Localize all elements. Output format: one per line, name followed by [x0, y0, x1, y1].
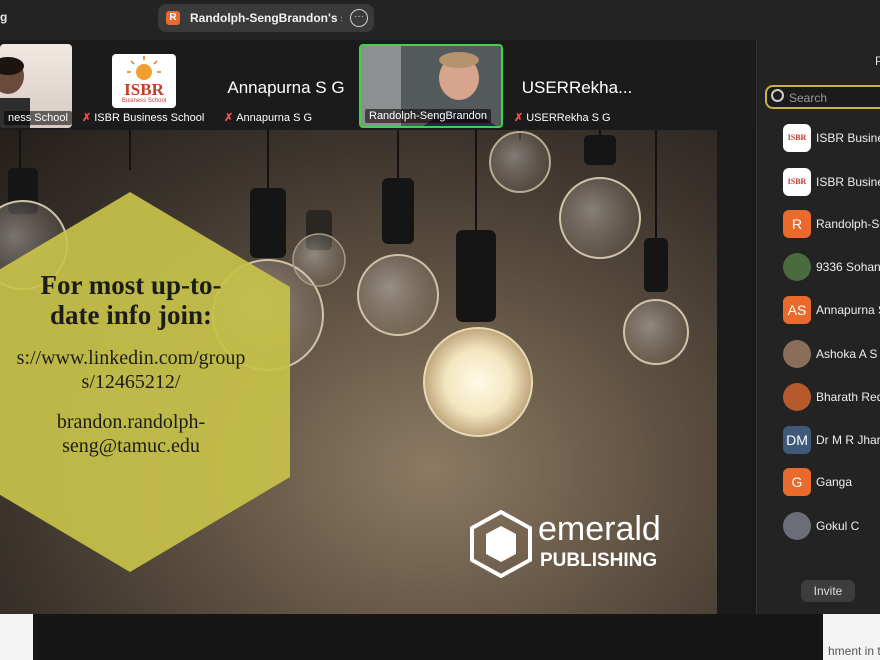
- participant-row[interactable]: Gokul C: [783, 512, 880, 542]
- slide-email-line2: seng@tamuc.edu: [62, 435, 200, 457]
- participant-name: Ashoka A S: [816, 347, 878, 361]
- tile-name-label: Randolph-SengBrandon: [365, 109, 492, 123]
- meeting-top-bar: g R Randolph-SengBrandon's scr ···: [0, 0, 880, 40]
- screen-share-title: Randolph-SengBrandon's scr: [190, 11, 342, 25]
- participant-avatar: ISBR: [783, 124, 811, 152]
- participant-search[interactable]: [765, 85, 880, 109]
- participant-row[interactable]: DM Dr M R Jhar: [783, 426, 880, 456]
- participant-name: 9336 Sohan: [816, 260, 880, 274]
- brand-word: emerald: [538, 510, 661, 548]
- emerald-gem-icon: [470, 510, 532, 578]
- participant-row[interactable]: Bharath Red: [783, 383, 880, 413]
- participant-row[interactable]: AS Annapurna S: [783, 296, 880, 326]
- participant-avatar: AS: [783, 296, 811, 324]
- panel-header-fragment: P: [875, 54, 880, 68]
- participant-name: Ganga: [816, 475, 853, 489]
- participant-name: ISBR Busine: [816, 131, 880, 145]
- participant-row[interactable]: ISBR ISBR Busine: [783, 168, 880, 198]
- slide-text-block: For most up-to- date info join: s://www.…: [0, 270, 266, 458]
- tile-display-name: USERRekha...: [521, 78, 633, 97]
- video-tile-active-speaker[interactable]: Randolph-SengBrandon: [359, 44, 503, 128]
- window-title-fragment: g: [0, 10, 8, 24]
- share-user-icon: R: [166, 11, 180, 25]
- isbr-logo-subtext: Business School: [121, 98, 167, 104]
- bottom-area: hment in t: [0, 614, 880, 660]
- video-tile-3[interactable]: Annapurna S G ✗ Annapurna S G: [216, 44, 356, 128]
- invite-button[interactable]: Invite: [801, 580, 855, 602]
- video-tile-2[interactable]: ISBR Business School ✗ ISBR Business Scho…: [74, 44, 214, 128]
- emerald-publishing-logo: emerald PUBLISHING: [470, 510, 690, 580]
- slide-heading-line1: For most up-to-: [40, 270, 222, 300]
- tile-name-label: ✗ ISBR Business School: [82, 112, 205, 124]
- participant-name: Randolph-Se: [816, 217, 880, 231]
- participant-row[interactable]: Ashoka A S: [783, 340, 880, 370]
- mic-muted-icon: ✗: [82, 112, 92, 124]
- more-options-icon[interactable]: ···: [350, 9, 368, 27]
- participant-name: Annapurna S: [816, 303, 880, 317]
- slide-heading-line2: date info join:: [50, 300, 212, 330]
- participant-avatar: [783, 512, 811, 540]
- video-gallery-strip: ness School ISBR Business School ✗ ISBR B…: [0, 40, 756, 130]
- participant-row[interactable]: 9336 Sohan: [783, 253, 880, 283]
- isbr-logo: ISBR Business School: [112, 54, 176, 108]
- video-tile-5[interactable]: USERRekha... ✗ USERRekha S G: [506, 44, 648, 128]
- slide-email-line1: brandon.randolph-: [56, 411, 206, 433]
- participant-avatar: [783, 383, 811, 411]
- mic-muted-icon: ✗: [224, 112, 234, 124]
- participant-avatar: R: [783, 210, 811, 238]
- participant-name: ISBR Busine: [816, 175, 880, 189]
- participant-avatar: DM: [783, 426, 811, 454]
- brand-sub: PUBLISHING: [540, 550, 658, 571]
- participants-panel: P ISBR ISBR Busine ISBR ISBR Busine R Randolp…: [756, 40, 880, 614]
- participant-row[interactable]: R Randolph-Se: [783, 210, 880, 240]
- mic-muted-icon: ✗: [514, 112, 524, 124]
- participant-avatar: [783, 253, 811, 281]
- participant-avatar: ISBR: [783, 168, 811, 196]
- tile-name-label: ness School: [4, 111, 72, 125]
- isbr-logo-text: ISBR: [124, 80, 164, 99]
- shared-screen-slide: For most up-to- date info join: s://www.…: [0, 130, 717, 614]
- participant-row[interactable]: ISBR ISBR Busine: [783, 124, 880, 154]
- participant-name: Gokul C: [816, 519, 860, 533]
- participant-name: Bharath Red: [816, 390, 880, 404]
- search-input[interactable]: [787, 88, 880, 107]
- background-text-fragment: hment in t: [828, 644, 880, 658]
- participant-avatar: G: [783, 468, 811, 496]
- screen-share-tab[interactable]: R Randolph-SengBrandon's scr ···: [158, 4, 374, 32]
- participant-name: Dr M R Jhar: [816, 433, 880, 447]
- slide-url-line1: s://www.linkedin.com/group: [16, 347, 246, 369]
- tile-display-name: Annapurna S G: [227, 78, 345, 97]
- dark-band: [33, 614, 823, 660]
- tile-name-label: ✗ USERRekha S G: [514, 112, 611, 124]
- participant-row[interactable]: G Ganga: [783, 468, 880, 498]
- tile-name-label: ✗ Annapurna S G: [224, 112, 313, 124]
- slide-url-line2: s/12465212/: [81, 371, 181, 393]
- search-icon: [771, 89, 784, 102]
- participant-avatar: [783, 340, 811, 368]
- video-tile-1[interactable]: ness School: [0, 44, 72, 128]
